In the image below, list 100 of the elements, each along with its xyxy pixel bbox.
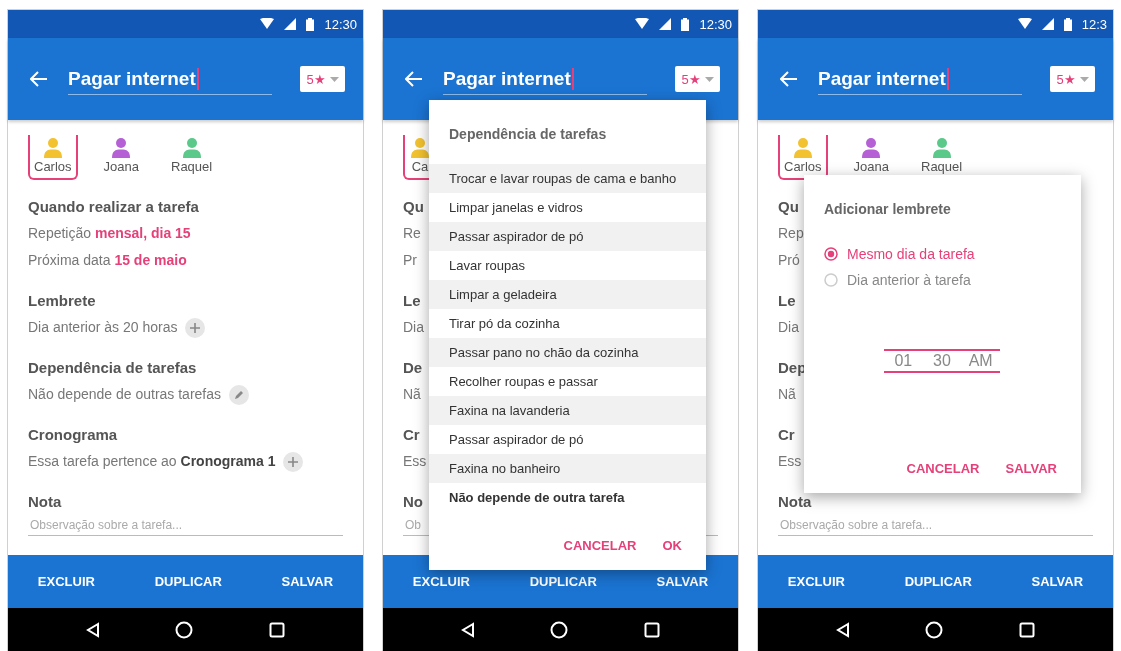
detail-text: Pró	[778, 251, 800, 270]
dialog-title: Adicionar lembrete	[823, 200, 952, 219]
section-heading: Quando realizar a tarefa	[28, 197, 199, 217]
dialog-title: Dependência de tarefas	[448, 125, 608, 144]
assignee-card[interactable]: Joana	[847, 135, 895, 180]
radio-label: Mesmo dia da tarefa	[847, 246, 975, 262]
detail-text: Nã	[778, 385, 796, 404]
dialog-button[interactable]: SALVAR	[999, 453, 1063, 483]
back-icon[interactable]	[85, 621, 100, 638]
title-field[interactable]: Pagar internet	[818, 63, 1022, 95]
priority-dropdown[interactable]: 5★	[1050, 66, 1095, 92]
section-heading: Qu	[778, 197, 799, 217]
section-heading: De	[403, 358, 423, 378]
action-button[interactable]: SALVAR	[273, 568, 342, 595]
status-time: 12:30	[699, 16, 732, 32]
action-button[interactable]: DUPLICAR	[521, 568, 605, 595]
signal-icon	[284, 18, 297, 30]
section-heading: Le	[778, 291, 796, 311]
person-icon	[409, 137, 431, 159]
title-field[interactable]: Pagar internet	[68, 63, 272, 95]
detail-text: Não depende de outras tarefas	[28, 385, 222, 404]
wifi-icon	[635, 18, 650, 30]
back-icon[interactable]	[835, 621, 850, 638]
note-field[interactable]: Observação sobre a tarefa...	[778, 515, 1093, 536]
person-icon	[110, 137, 133, 159]
detail-text: Dia anterior às 20 horas	[28, 318, 178, 337]
time-picker[interactable]: 01 30 AM	[884, 349, 1000, 373]
radio-button[interactable]	[824, 247, 838, 261]
recents-icon[interactable]	[1019, 621, 1036, 638]
recents-icon[interactable]	[644, 621, 661, 638]
task-option[interactable]: Recolher roupas e passar	[429, 367, 706, 396]
task-option[interactable]: Tirar pó da cozinha	[429, 309, 706, 338]
action-button[interactable]: EXCLUIR	[779, 568, 853, 595]
caret-icon	[329, 76, 339, 82]
person-icon	[791, 137, 814, 159]
task-option[interactable]: Faxina na lavanderia	[429, 396, 706, 425]
battery-icon	[681, 17, 690, 31]
signal-icon	[1041, 18, 1054, 30]
action-button[interactable]: EXCLUIR	[29, 568, 103, 595]
section-heading: No	[403, 492, 423, 512]
signal-icon	[659, 18, 672, 30]
assignee-card[interactable]: Carlos	[28, 135, 78, 180]
back-arrow-icon[interactable]	[405, 71, 423, 87]
section-heading: Cr	[778, 425, 795, 445]
plus-icon[interactable]	[283, 451, 304, 472]
person-icon	[860, 137, 883, 159]
home-icon[interactable]	[175, 620, 194, 639]
task-option[interactable]: Trocar e lavar roupas de cama e banho	[429, 164, 706, 193]
assignee-card[interactable]: Raquel	[165, 135, 219, 180]
detail-text: Re	[403, 224, 421, 243]
priority-dropdown[interactable]: 5★	[300, 66, 345, 92]
task-option[interactable]: Lavar roupas	[429, 251, 706, 280]
radio-label: Dia anterior à tarefa	[847, 272, 971, 288]
task-option[interactable]: Faxina no banheiro	[429, 454, 706, 483]
task-option[interactable]: Limpar janelas e vidros	[429, 193, 706, 222]
action-button[interactable]: SALVAR	[648, 568, 717, 595]
pencil-icon[interactable]	[229, 384, 250, 405]
assignee-card[interactable]: Joana	[97, 135, 145, 180]
detail-text: Dia	[403, 318, 424, 337]
detail-text: Próxima data 15 de maio	[28, 251, 187, 270]
back-icon[interactable]	[460, 621, 475, 638]
task-option[interactable]: Limpar a geladeira	[429, 280, 706, 309]
detail-text: Rep	[778, 224, 804, 243]
back-arrow-icon[interactable]	[30, 71, 48, 87]
period-value: AM	[968, 351, 993, 371]
person-icon	[41, 137, 64, 159]
task-option[interactable]: Não depende de outra tarefa	[429, 483, 706, 512]
action-button[interactable]: DUPLICAR	[146, 568, 230, 595]
status-time: 12:3	[1081, 16, 1107, 32]
note-field[interactable]: Observação sobre a tarefa...	[28, 515, 343, 536]
action-button[interactable]: EXCLUIR	[404, 568, 478, 595]
title-field[interactable]: Pagar internet	[443, 63, 647, 95]
task-option[interactable]: Passar aspirador de pó	[429, 222, 706, 251]
action-button[interactable]: SALVAR	[1023, 568, 1092, 595]
minute-value: 30	[933, 351, 951, 371]
action-button[interactable]: DUPLICAR	[896, 568, 980, 595]
recents-icon[interactable]	[269, 621, 286, 638]
section-heading: Nota	[778, 492, 812, 512]
home-icon[interactable]	[925, 620, 944, 639]
detail-text: Pr	[403, 251, 417, 270]
task-option[interactable]: Passar pano no chão da cozinha	[429, 338, 706, 367]
assignee-card[interactable]: Raquel	[915, 135, 969, 180]
battery-icon	[1063, 17, 1072, 31]
task-option[interactable]: Passar aspirador de pó	[429, 425, 706, 454]
dialog-button[interactable]: CANCELAR	[557, 530, 643, 560]
priority-dropdown[interactable]: 5★	[675, 66, 720, 92]
back-arrow-icon[interactable]	[780, 71, 798, 87]
dialog-button[interactable]: CANCELAR	[900, 453, 986, 483]
detail-text: Ess	[403, 452, 427, 471]
detail-text: Essa tarefa pertence ao Cronograma 1	[28, 452, 276, 471]
caret-icon	[704, 76, 714, 82]
assignee-name: Joana	[853, 159, 889, 174]
dialog-button[interactable]: OK	[656, 530, 688, 560]
detail-text: Ess	[778, 452, 802, 471]
section-heading: Nota	[28, 492, 62, 512]
assignee-name: Carlos	[34, 159, 72, 174]
radio-button[interactable]	[824, 273, 838, 287]
plus-icon[interactable]	[185, 317, 206, 338]
assignee-name: Raquel	[921, 159, 963, 174]
home-icon[interactable]	[550, 620, 569, 639]
